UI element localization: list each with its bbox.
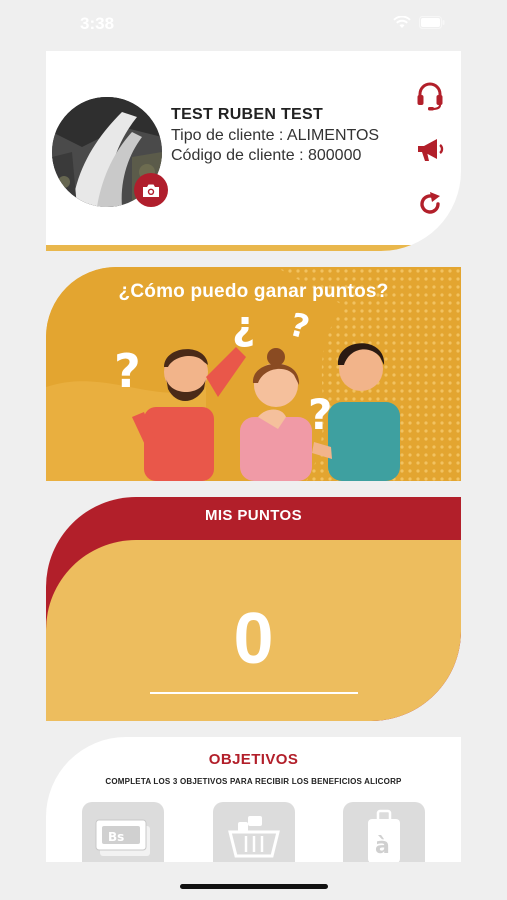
battery-icon [419,16,445,29]
wifi-icon [393,16,411,28]
refresh-icon [420,192,440,214]
status-bar: 3:38 [0,0,507,48]
change-photo-button[interactable] [134,173,168,207]
status-icons [393,16,445,29]
bills-icon: Bs [95,819,150,856]
points-divider [150,692,358,694]
camera-icon [143,184,159,197]
support-button[interactable] [413,79,447,113]
announcements-button[interactable] [413,133,447,167]
how-to-earn-points-banner[interactable]: ? ¿ ? ? ¿Cómo puedo ganar puntos? [46,267,461,481]
banner-title: ¿Cómo puedo ganar puntos? [118,281,389,302]
objective-tile-basket[interactable] [213,802,295,862]
basket-icon [228,816,280,858]
headset-icon [417,82,443,111]
points-value: 0 [233,599,274,679]
objectives-section: OBJETIVOS COMPLETA LOS 3 OBJETIVOS PARA … [46,737,461,862]
megaphone-icon [418,139,444,161]
avatar-container [52,97,168,207]
points-card: MIS PUNTOS 0 [46,497,461,721]
points-title: MIS PUNTOS [204,507,303,524]
bills-label: Bs [108,830,124,844]
svg-text:¿: ¿ [232,303,255,349]
objectives-title: OBJETIVOS [208,751,299,768]
refresh-button[interactable] [413,187,447,221]
status-time: 3:38 [80,14,115,33]
objective-tile-bills[interactable]: Bs [82,802,164,862]
points-panel: 0 [46,540,461,721]
client-type: Tipo de cliente : ALIMENTOS [171,127,380,144]
client-code: Código de cliente : 800000 [171,147,362,164]
home-indicator[interactable] [180,884,328,889]
badge-icon: à [368,809,400,862]
profile-info: TEST RUBEN TEST Tipo de cliente : ALIMEN… [171,106,379,166]
profile-name: TEST RUBEN TEST [171,106,324,123]
objective-tile-badge[interactable]: à [343,802,425,862]
profile-card: TEST RUBEN TEST Tipo de cliente : ALIMEN… [46,51,461,251]
badge-label: à [375,834,390,859]
objectives-subtitle: COMPLETA LOS 3 OBJETIVOS PARA RECIBIR LO… [105,777,402,786]
svg-text:?: ? [114,344,141,398]
